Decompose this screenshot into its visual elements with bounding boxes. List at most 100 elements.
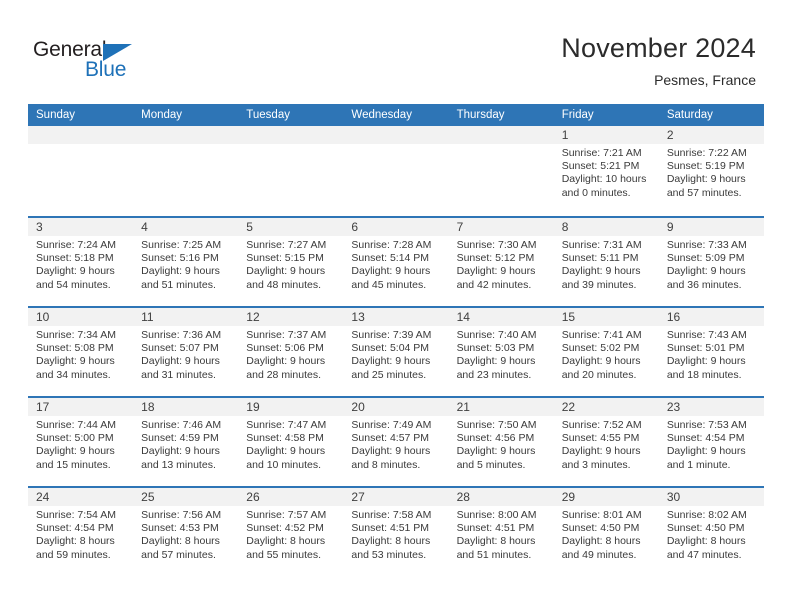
general-blue-logo[interactable]: General Blue xyxy=(33,38,233,88)
day-details: Sunrise: 8:01 AM Sunset: 4:50 PM Daylight:… xyxy=(554,506,659,562)
daylight-text-line2: and 1 minute. xyxy=(666,458,731,471)
calendar-day-cell[interactable]: 8 Sunrise: 7:31 AM Sunset: 5:11 PM Daylight… xyxy=(553,218,659,306)
daylight-text-line1: Daylight: 9 hours xyxy=(561,445,641,458)
day-details: Sunrise: 7:40 AM Sunset: 5:03 PM Daylight:… xyxy=(449,326,554,382)
sunset-text: Sunset: 5:04 PM xyxy=(351,342,430,355)
calendar-grid: Sunday Monday Tuesday Wednesday Thursday… xyxy=(28,104,764,576)
sunset-text: Sunset: 5:19 PM xyxy=(666,160,745,173)
sunrise-text: Sunrise: 7:43 AM xyxy=(666,329,747,341)
sunrise-text: Sunrise: 7:49 AM xyxy=(351,419,432,431)
calendar-day-cell[interactable]: 13 Sunrise: 7:39 AM Sunset: 5:04 PM Dayligh… xyxy=(343,308,449,396)
daylight-text-line2: and 39 minutes. xyxy=(561,278,637,291)
calendar-day-cell[interactable]: 9 Sunrise: 7:33 AM Sunset: 5:09 PM Daylight… xyxy=(658,218,764,306)
calendar-day-cell[interactable]: 29 Sunrise: 8:01 AM Sunset: 4:50 PM Dayligh… xyxy=(553,488,659,576)
calendar-week-row: 24 Sunrise: 7:54 AM Sunset: 4:54 PM Dayligh… xyxy=(28,486,764,576)
daylight-text-line2: and 28 minutes. xyxy=(246,368,321,381)
day-details: Sunrise: 7:47 AM Sunset: 4:58 PM Daylight:… xyxy=(238,416,343,472)
page-title: November 2024 xyxy=(561,33,756,63)
daylight-text-line2: and 18 minutes. xyxy=(666,368,742,381)
daylight-text-line2: and 8 minutes. xyxy=(351,458,421,471)
day-number: 20 xyxy=(343,398,449,416)
day-number: 26 xyxy=(238,488,344,506)
calendar-day-cell[interactable]: 28 Sunrise: 8:00 AM Sunset: 4:51 PM Dayligh… xyxy=(448,488,554,576)
sunrise-text: Sunrise: 7:52 AM xyxy=(561,419,642,431)
calendar-day-cell[interactable]: 10 Sunrise: 7:34 AM Sunset: 5:08 PM Dayligh… xyxy=(28,308,134,396)
calendar-day-cell[interactable]: 19 Sunrise: 7:47 AM Sunset: 4:58 PM Dayligh… xyxy=(238,398,344,486)
daylight-text-line2: and 47 minutes. xyxy=(666,548,742,561)
sunrise-text: Sunrise: 7:21 AM xyxy=(561,147,642,159)
sunset-text: Sunset: 5:07 PM xyxy=(141,342,219,355)
sunrise-text: Sunrise: 7:34 AM xyxy=(36,329,116,341)
calendar-day-cell[interactable]: 12 Sunrise: 7:37 AM Sunset: 5:06 PM Dayligh… xyxy=(238,308,344,396)
day-number xyxy=(343,126,449,144)
day-details: Sunrise: 7:31 AM Sunset: 5:11 PM Daylight:… xyxy=(554,236,659,292)
calendar-day-cell[interactable]: 27 Sunrise: 7:58 AM Sunset: 4:51 PM Dayligh… xyxy=(343,488,449,576)
sunrise-text: Sunrise: 7:53 AM xyxy=(666,419,747,431)
calendar-day-cell[interactable]: 5 Sunrise: 7:27 AM Sunset: 5:15 PM Daylight… xyxy=(238,218,344,306)
calendar-day-cell[interactable]: 3 Sunrise: 7:24 AM Sunset: 5:18 PM Daylight… xyxy=(28,218,134,306)
calendar-day-cell[interactable]: 7 Sunrise: 7:30 AM Sunset: 5:12 PM Daylight… xyxy=(448,218,554,306)
day-number xyxy=(448,126,554,144)
day-details: Sunrise: 7:46 AM Sunset: 4:59 PM Daylight:… xyxy=(133,416,238,472)
calendar-day-cell[interactable]: 21 Sunrise: 7:50 AM Sunset: 4:56 PM Dayligh… xyxy=(448,398,554,486)
day-number: 21 xyxy=(448,398,554,416)
sunset-text: Sunset: 5:09 PM xyxy=(666,252,745,265)
day-number: 15 xyxy=(553,308,659,326)
calendar-day-cell[interactable]: 2 Sunrise: 7:22 AM Sunset: 5:19 PM Daylight… xyxy=(658,126,764,216)
calendar-day-cell[interactable]: 26 Sunrise: 7:57 AM Sunset: 4:52 PM Dayligh… xyxy=(238,488,344,576)
day-number: 16 xyxy=(658,308,764,326)
day-number: 6 xyxy=(343,218,449,236)
day-details: Sunrise: 7:44 AM Sunset: 5:00 PM Daylight:… xyxy=(28,416,133,472)
day-details: Sunrise: 7:52 AM Sunset: 4:55 PM Daylight:… xyxy=(554,416,659,472)
daylight-text-line1: Daylight: 9 hours xyxy=(141,355,220,368)
location-subtitle: Pesmes, France xyxy=(654,72,756,88)
daylight-text-line1: Daylight: 9 hours xyxy=(246,265,326,278)
daylight-text-line2: and 54 minutes. xyxy=(36,278,111,291)
calendar-day-cell[interactable]: 20 Sunrise: 7:49 AM Sunset: 4:57 PM Dayligh… xyxy=(343,398,449,486)
daylight-text-line2: and 13 minutes. xyxy=(141,458,216,471)
daylight-text-line2: and 42 minutes. xyxy=(456,278,532,291)
sunrise-text: Sunrise: 7:54 AM xyxy=(36,509,116,521)
calendar-day-cell[interactable]: 16 Sunrise: 7:43 AM Sunset: 5:01 PM Dayligh… xyxy=(658,308,764,396)
day-number: 19 xyxy=(238,398,344,416)
calendar-day-cell[interactable]: 24 Sunrise: 7:54 AM Sunset: 4:54 PM Dayligh… xyxy=(28,488,134,576)
daylight-text-line2: and 48 minutes. xyxy=(246,278,321,291)
sunrise-text: Sunrise: 7:36 AM xyxy=(141,329,222,341)
calendar-day-cell[interactable]: 22 Sunrise: 7:52 AM Sunset: 4:55 PM Dayligh… xyxy=(553,398,659,486)
day-details: Sunrise: 7:41 AM Sunset: 5:02 PM Daylight:… xyxy=(554,326,659,382)
calendar-day-cell[interactable]: 1 Sunrise: 7:21 AM Sunset: 5:21 PM Daylight… xyxy=(553,126,659,216)
weekday-header-thursday: Thursday xyxy=(456,109,505,121)
sunset-text: Sunset: 5:14 PM xyxy=(351,252,430,265)
day-number: 13 xyxy=(343,308,449,326)
day-details: Sunrise: 7:21 AM Sunset: 5:21 PM Daylight:… xyxy=(554,144,659,200)
sunset-text: Sunset: 5:21 PM xyxy=(561,160,640,173)
calendar-day-cell[interactable]: 15 Sunrise: 7:41 AM Sunset: 5:02 PM Dayligh… xyxy=(553,308,659,396)
calendar-day-cell[interactable]: 30 Sunrise: 8:02 AM Sunset: 4:50 PM Dayligh… xyxy=(658,488,764,576)
calendar-day-cell[interactable]: 17 Sunrise: 7:44 AM Sunset: 5:00 PM Dayligh… xyxy=(28,398,134,486)
calendar-day-cell-empty xyxy=(28,126,134,216)
calendar-day-cell[interactable]: 4 Sunrise: 7:25 AM Sunset: 5:16 PM Daylight… xyxy=(133,218,239,306)
day-details: Sunrise: 7:43 AM Sunset: 5:01 PM Daylight:… xyxy=(659,326,764,382)
calendar-day-cell-empty xyxy=(238,126,344,216)
sunrise-text: Sunrise: 7:47 AM xyxy=(246,419,327,431)
calendar-day-cell-empty xyxy=(343,126,449,216)
day-details: Sunrise: 7:28 AM Sunset: 5:14 PM Daylight:… xyxy=(343,236,448,292)
calendar-day-cell[interactable]: 6 Sunrise: 7:28 AM Sunset: 5:14 PM Daylight… xyxy=(343,218,449,306)
calendar-day-cell[interactable]: 14 Sunrise: 7:40 AM Sunset: 5:03 PM Dayligh… xyxy=(448,308,554,396)
calendar-day-cell[interactable]: 23 Sunrise: 7:53 AM Sunset: 4:54 PM Dayligh… xyxy=(658,398,764,486)
daylight-text-line1: Daylight: 9 hours xyxy=(351,355,431,368)
calendar-weeks: 1 Sunrise: 7:21 AM Sunset: 5:21 PM Daylight… xyxy=(28,126,764,576)
calendar-day-cell[interactable]: 25 Sunrise: 7:56 AM Sunset: 4:53 PM Dayligh… xyxy=(133,488,239,576)
daylight-text-line1: Daylight: 9 hours xyxy=(456,355,536,368)
sunset-text: Sunset: 5:18 PM xyxy=(36,252,114,265)
day-details: Sunrise: 7:37 AM Sunset: 5:06 PM Daylight:… xyxy=(238,326,343,382)
sunrise-text: Sunrise: 7:56 AM xyxy=(141,509,222,521)
daylight-text-line1: Daylight: 9 hours xyxy=(666,355,746,368)
daylight-text-line1: Daylight: 8 hours xyxy=(351,535,431,548)
sunset-text: Sunset: 5:03 PM xyxy=(456,342,535,355)
calendar-day-cell[interactable]: 18 Sunrise: 7:46 AM Sunset: 4:59 PM Dayligh… xyxy=(133,398,239,486)
calendar-day-cell[interactable]: 11 Sunrise: 7:36 AM Sunset: 5:07 PM Dayligh… xyxy=(133,308,239,396)
daylight-text-line2: and 15 minutes. xyxy=(36,458,111,471)
sunrise-text: Sunrise: 7:39 AM xyxy=(351,329,432,341)
day-number: 2 xyxy=(658,126,764,144)
